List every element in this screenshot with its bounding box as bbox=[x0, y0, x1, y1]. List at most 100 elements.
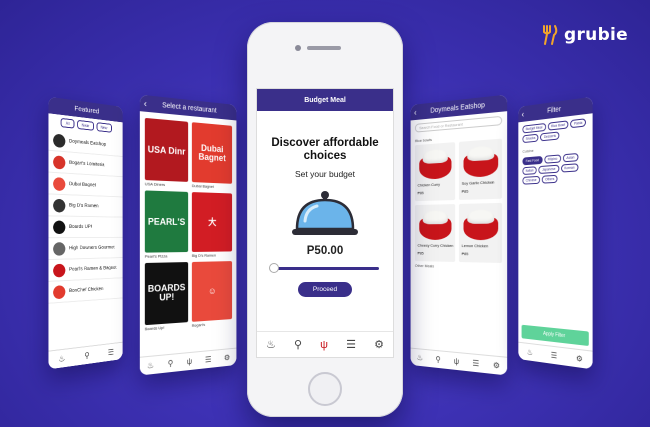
filter-chip[interactable]: Budget Meal bbox=[522, 123, 545, 133]
gear-icon[interactable]: ⚙ bbox=[224, 353, 230, 362]
gear-icon[interactable]: ⚙ bbox=[576, 354, 583, 364]
home-button[interactable] bbox=[308, 372, 342, 406]
search-icon[interactable]: ⚲ bbox=[294, 338, 302, 351]
bottom-nav: ♨ ⚲ ☰ bbox=[48, 342, 122, 370]
proceed-button[interactable]: Proceed bbox=[298, 282, 352, 297]
cloche-icon bbox=[288, 187, 362, 241]
restaurant-caption: Dubai Bagnet bbox=[192, 182, 232, 190]
phone-select-restaurant: ‹ Select a restaurant USA Dinr USA Diners… bbox=[140, 95, 237, 376]
restaurant-card[interactable]: USA Dinr USA Diners bbox=[145, 118, 188, 188]
restaurant-card[interactable]: BOARDS UP! Boards Up! bbox=[145, 262, 188, 331]
bottom-nav: ♨ ⚲ ψ ☰ ⚙ bbox=[257, 331, 393, 357]
restaurant-logo: ☺ bbox=[192, 261, 232, 322]
dish-card[interactable]: Chicken Curry ₱85 bbox=[415, 142, 455, 201]
dish-price: ₱85 bbox=[459, 189, 468, 194]
utensils-icon[interactable]: ψ bbox=[320, 339, 328, 351]
restaurant-caption: USA Diners bbox=[145, 180, 188, 188]
restaurant-card[interactable]: 大 Big D's Ramen bbox=[192, 192, 232, 258]
list-item[interactable]: High Downers Gourmet bbox=[48, 238, 122, 260]
back-icon[interactable]: ‹ bbox=[522, 109, 524, 119]
brand-logo: grubie bbox=[538, 24, 628, 46]
menu-icon[interactable]: ☰ bbox=[108, 348, 114, 358]
dish-card[interactable]: Cheesy Curry Chicken ₱85 bbox=[415, 204, 455, 262]
tab-all[interactable]: All bbox=[61, 118, 74, 129]
restaurant-logo bbox=[53, 220, 65, 233]
bottom-nav: ♨ ⚲ ψ ☰ ⚙ bbox=[411, 348, 508, 376]
subtitle: Set your budget bbox=[257, 169, 393, 179]
restaurant-list: Doymeals Eatshop Bogart's Lomiteria Dubai … bbox=[48, 129, 122, 304]
list-item[interactable]: Big D's Ramen bbox=[48, 194, 122, 217]
filter-chip[interactable]: Asian bbox=[563, 153, 578, 162]
utensils-icon[interactable]: ψ bbox=[454, 357, 459, 367]
cuisine-chips: Fast Food Filipino Asian Italian Japanese Kor… bbox=[518, 148, 592, 189]
list-item[interactable]: Dubai Bagnet bbox=[48, 173, 122, 198]
brand-name: grubie bbox=[564, 25, 628, 45]
search-icon[interactable]: ⚲ bbox=[84, 351, 89, 361]
restaurant-name: Bogart's Lomiteria bbox=[69, 160, 104, 169]
restaurant-logo bbox=[53, 285, 65, 299]
restaurant-name: Doymeals Eatshop bbox=[69, 138, 106, 148]
restaurant-grid: USA Dinr USA Diners Dubai Bagnet Dubai Bagn… bbox=[140, 111, 237, 338]
tab-new[interactable]: New bbox=[96, 122, 111, 133]
restaurant-logo bbox=[53, 133, 65, 148]
flame-icon[interactable]: ♨ bbox=[527, 348, 533, 358]
back-icon[interactable]: ‹ bbox=[144, 98, 147, 109]
select-title: Select a restaurant bbox=[162, 102, 217, 115]
restaurant-caption: Pearl's Pizza bbox=[145, 252, 188, 259]
filter-chip[interactable]: Desserts bbox=[540, 131, 559, 141]
dish-card[interactable]: Lemon Chicken ₱85 bbox=[459, 203, 502, 263]
restaurant-logo: USA Dinr bbox=[145, 118, 188, 182]
dish-grid: Chicken Curry ₱85 Soy Garlic Chicken ₱85 Che… bbox=[411, 138, 508, 263]
restaurant-name: High Downers Gourmet bbox=[69, 245, 115, 252]
filter-chip[interactable]: Others bbox=[542, 175, 558, 184]
list-icon[interactable]: ☰ bbox=[346, 338, 356, 351]
filter-chip[interactable]: Fast Food bbox=[522, 156, 542, 165]
budget-slider[interactable] bbox=[271, 265, 379, 271]
dish-card[interactable]: Soy Garlic Chicken ₱85 bbox=[459, 139, 502, 200]
list-item[interactable]: Boards UP! bbox=[48, 216, 122, 238]
phone-featured: Featured All Near New Doymeals Eatshop Bo… bbox=[48, 97, 122, 370]
dish-price: ₱85 bbox=[415, 250, 424, 255]
filter-chip[interactable]: Italian bbox=[522, 166, 537, 175]
rice-bowl-image bbox=[419, 210, 451, 240]
headline: Discover affordable choices bbox=[257, 137, 393, 163]
gear-icon[interactable]: ⚙ bbox=[374, 338, 384, 351]
filter-chip[interactable]: Snacks bbox=[522, 134, 538, 143]
dish-name: Soy Garlic Chicken bbox=[459, 179, 494, 186]
search-icon[interactable]: ⚲ bbox=[436, 355, 441, 364]
restaurant-logo bbox=[53, 177, 65, 191]
screen: Budget Meal Discover affordable choices … bbox=[256, 88, 394, 358]
bottom-nav: ♨ ⚲ ψ ☰ ⚙ bbox=[140, 348, 237, 376]
back-icon[interactable]: ‹ bbox=[414, 107, 417, 117]
rice-bowl-image bbox=[463, 145, 498, 178]
gear-icon[interactable]: ⚙ bbox=[493, 361, 500, 371]
flame-icon[interactable]: ♨ bbox=[266, 338, 276, 351]
fork-knife-icon bbox=[538, 24, 560, 46]
slider-knob[interactable] bbox=[269, 263, 279, 273]
tab-near[interactable]: Near bbox=[77, 120, 94, 131]
utensils-icon[interactable]: ψ bbox=[187, 357, 192, 367]
flame-icon[interactable]: ♨ bbox=[417, 353, 423, 362]
eatshop-title: Doymeals Eatshop bbox=[430, 102, 485, 115]
list-icon[interactable]: ☰ bbox=[551, 351, 557, 361]
restaurant-card[interactable]: ☺ Bogart's bbox=[192, 261, 232, 328]
flame-icon[interactable]: ♨ bbox=[147, 361, 154, 371]
filter-chip[interactable]: Filipino bbox=[544, 154, 561, 163]
featured-title: Featured bbox=[74, 105, 99, 115]
filter-chip[interactable]: Japanese bbox=[539, 165, 559, 174]
search-icon[interactable]: ⚲ bbox=[168, 359, 174, 369]
filter-chip[interactable]: Pasta bbox=[570, 118, 586, 128]
restaurant-card[interactable]: Dubai Bagnet Dubai Bagnet bbox=[192, 122, 232, 189]
filter-chip[interactable]: Rice Bowl bbox=[548, 120, 569, 130]
phone-budget-meal: Budget Meal Discover affordable choices … bbox=[247, 22, 403, 417]
dish-price: ₱85 bbox=[415, 190, 424, 195]
list-icon[interactable]: ☰ bbox=[205, 355, 211, 365]
rice-bowl-image bbox=[419, 148, 451, 179]
filter-chip[interactable]: Korean bbox=[561, 163, 579, 172]
filter-chip[interactable]: Chinese bbox=[522, 176, 540, 185]
flame-icon[interactable]: ♨ bbox=[58, 354, 65, 364]
phone-filter: ‹ Filter Budget Meal Rice Bowl Pasta Snacks… bbox=[518, 97, 592, 370]
list-icon[interactable]: ☰ bbox=[472, 359, 479, 369]
restaurant-card[interactable]: PEARL'S Pearl's Pizza bbox=[145, 190, 188, 258]
list-item[interactable]: BonChef Chicken bbox=[48, 278, 122, 304]
